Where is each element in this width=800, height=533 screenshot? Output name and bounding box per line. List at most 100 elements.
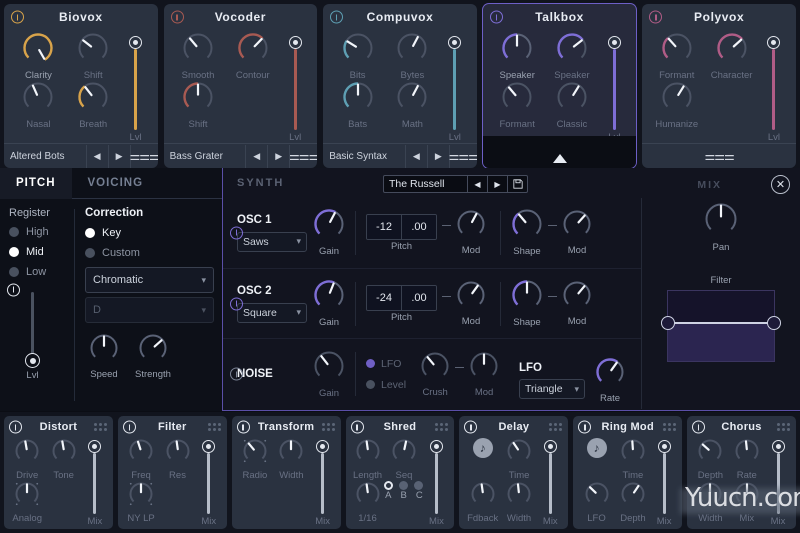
knob-dial[interactable]: [470, 481, 496, 512]
knob-dial[interactable]: [51, 438, 77, 469]
knob-width[interactable]: Width: [501, 481, 537, 524]
radio-key[interactable]: [85, 228, 95, 238]
knob-dial[interactable]: [125, 478, 157, 512]
fx-mix-slider[interactable]: Mix: [537, 438, 563, 527]
level-handle[interactable]: [767, 36, 781, 49]
knob-speed[interactable]: Speed: [89, 333, 119, 380]
filter-handle-high[interactable]: [767, 316, 781, 330]
pitch-fields[interactable]: -24.00: [366, 284, 437, 311]
knob-dial[interactable]: [506, 481, 532, 512]
module-preset-name[interactable]: Bass Grater: [164, 151, 246, 162]
knob-dial[interactable]: [511, 279, 543, 316]
radio-mid[interactable]: [9, 247, 19, 257]
knob-shift[interactable]: Shift: [66, 32, 121, 81]
knob-tone[interactable]: Tone: [45, 438, 81, 481]
knob-dial[interactable]: [77, 81, 109, 118]
knob-width[interactable]: Width: [273, 438, 309, 481]
knob-lfo[interactable]: LFO: [578, 481, 614, 524]
pitch-semitones[interactable]: -12: [367, 214, 401, 239]
level-track[interactable]: [772, 49, 776, 130]
drag-handle-icon[interactable]: [93, 423, 107, 431]
knob-shape-mod[interactable]: Mod: [562, 280, 592, 327]
knob-shape[interactable]: Shape: [511, 208, 543, 257]
scale-select[interactable]: Chromatic ▾: [85, 267, 214, 293]
knob-dial[interactable]: [22, 81, 54, 118]
knob-bats[interactable]: Bats: [330, 81, 385, 130]
knob-dial[interactable]: [511, 208, 543, 245]
knob-dial[interactable]: [556, 81, 588, 118]
mix-track[interactable]: [207, 453, 211, 514]
mix-handle[interactable]: [202, 440, 216, 453]
mix-handle[interactable]: [429, 440, 443, 453]
knob-speaker[interactable]: Speaker: [490, 32, 545, 81]
module-preset-prev[interactable]: ◀: [85, 144, 108, 168]
knob-dial[interactable]: [182, 32, 214, 69]
power-icon[interactable]: [330, 10, 344, 24]
module-preset-name[interactable]: Altered Bots: [4, 151, 86, 162]
mix-track[interactable]: [548, 453, 552, 514]
knob-dial[interactable]: [501, 32, 533, 69]
knob-crush-mod[interactable]: Mod: [469, 351, 499, 398]
knob-gain[interactable]: Gain: [313, 350, 345, 399]
fx-mix-slider[interactable]: Mix: [310, 438, 336, 527]
knob-dial[interactable]: [661, 32, 693, 69]
knob-length[interactable]: Length: [351, 438, 385, 481]
knob-rate[interactable]: Rate: [595, 357, 625, 404]
module-level-slider[interactable]: Lvl: [440, 32, 470, 143]
fx-module-shred[interactable]: Shred Length Seq 1/16 A B C Mix: [345, 416, 455, 529]
pitch-semitones[interactable]: -24: [367, 285, 401, 310]
knob-dial[interactable]: [501, 81, 533, 118]
knob-dial[interactable]: [355, 481, 381, 512]
mix-track[interactable]: [434, 453, 438, 514]
register-option-mid[interactable]: Mid: [9, 246, 44, 258]
knob-dial[interactable]: [128, 438, 154, 469]
knob-dial[interactable]: [716, 32, 748, 69]
knob-dial[interactable]: [237, 32, 269, 69]
level-handle[interactable]: [607, 36, 621, 49]
module-preset-prev[interactable]: ◀: [245, 144, 267, 168]
drag-handle-icon[interactable]: [663, 423, 677, 431]
module-level-slider[interactable]: Lvl: [121, 32, 151, 143]
register-option-high[interactable]: High: [9, 226, 49, 238]
knob-freq[interactable]: Freq: [123, 438, 159, 481]
knob-pitch-mod[interactable]: Mod: [456, 280, 486, 327]
knob-classic[interactable]: Classic: [545, 81, 600, 130]
filter-graph[interactable]: [661, 290, 781, 362]
knob-dial[interactable]: [77, 32, 109, 69]
voice-module-talkbox[interactable]: Talkbox Speaker Speaker Formant Classic Lvl: [482, 4, 637, 168]
knob-fdback[interactable]: Fdback: [464, 481, 500, 524]
mix-handle[interactable]: [316, 440, 330, 453]
level-track[interactable]: [612, 49, 616, 130]
module-edit-button[interactable]: ⚌⚌⚌: [129, 144, 158, 168]
voice-module-biovox[interactable]: Biovox Clarity Shift Nasal Breath Lvl Altered …: [4, 4, 158, 168]
knob-depth[interactable]: Depth: [615, 481, 651, 524]
knob-math[interactable]: Math: [385, 81, 440, 130]
knob-dial[interactable]: [562, 209, 592, 244]
tab-voicing[interactable]: VOICING: [72, 168, 160, 198]
pitch-level-handle[interactable]: [25, 353, 40, 368]
knob-gain[interactable]: Gain: [313, 208, 345, 257]
correction-mode-custom[interactable]: Custom: [85, 247, 214, 259]
knob-dial[interactable]: [620, 481, 646, 512]
drag-handle-icon[interactable]: [777, 423, 791, 431]
abc-radio-a[interactable]: [384, 481, 394, 490]
waveform-select[interactable]: Square ▾: [237, 302, 307, 323]
pitch-level-track[interactable]: [31, 292, 34, 354]
knob-character[interactable]: Character: [704, 32, 759, 81]
module-edit-button[interactable]: ⚌⚌⚌: [449, 144, 477, 168]
note-sync-icon[interactable]: ♪: [578, 438, 614, 481]
preset-prev-button[interactable]: ◀: [467, 176, 487, 192]
waveform-select[interactable]: Saws ▾: [237, 231, 307, 252]
note-select[interactable]: D ▾: [85, 297, 214, 323]
power-icon[interactable]: [578, 420, 592, 434]
knob-ny-lp[interactable]: NY LP: [123, 478, 159, 524]
knob-dial[interactable]: [396, 32, 428, 69]
knob-clarity[interactable]: Clarity: [11, 32, 66, 81]
knob-time[interactable]: Time: [615, 438, 651, 481]
knob-dial[interactable]: [89, 333, 119, 368]
knob-strength[interactable]: Strength: [135, 333, 171, 380]
fx-module-ring-mod[interactable]: Ring Mod ♪ Time LFO Depth Mix: [573, 416, 683, 529]
filter-handle-low[interactable]: [661, 316, 675, 330]
pitch-control[interactable]: -12.00 Pitch: [366, 213, 437, 252]
knob-nasal[interactable]: Nasal: [11, 81, 66, 130]
